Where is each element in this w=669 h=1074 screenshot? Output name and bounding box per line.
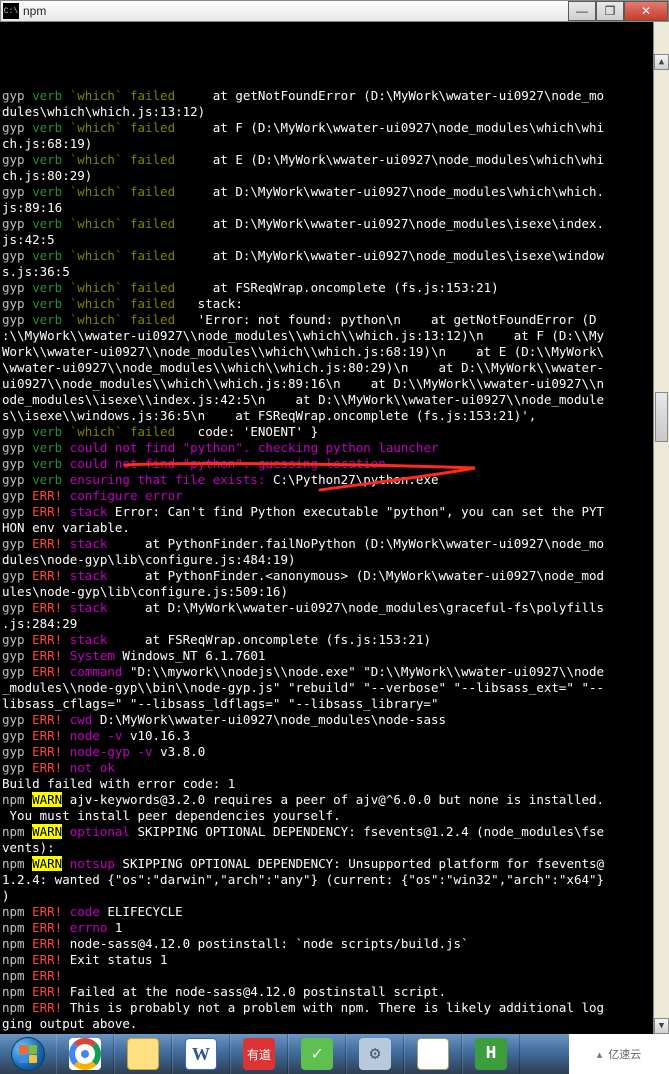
terminal-line: ui0927\\node_modules\\which\\which.js:89…	[2, 376, 667, 392]
explorer-taskbar-button[interactable]	[114, 1034, 172, 1074]
notepad-icon: ✎	[417, 1038, 449, 1070]
hbuilder-taskbar-button[interactable]: H	[462, 1034, 520, 1074]
terminal-line: npm WARN ajv-keywords@3.2.0 requires a p…	[2, 792, 667, 808]
terminal-line: dules\which\which.js:13:12)	[2, 104, 667, 120]
terminal-line: gyp ERR! configure error	[2, 488, 667, 504]
terminal-line: npm ERR! This is probably not a problem …	[2, 1000, 667, 1016]
terminal-line: You must install peer dependencies yours…	[2, 808, 667, 824]
terminal-line: npm ERR! node-sass@4.12.0 postinstall: `…	[2, 936, 667, 952]
terminal-line: npm ERR! Failed at the node-sass@4.12.0 …	[2, 984, 667, 1000]
terminal-line: ules\node-gyp\lib\configure.js:509:16)	[2, 584, 667, 600]
system-tray[interactable]: ▴ 亿速云	[569, 1034, 669, 1074]
terminal-line: libsass_cflags=" "--libsass_ldflags=" "-…	[2, 696, 667, 712]
terminal-line: gyp ERR! stack at PythonFinder.<anonymou…	[2, 568, 667, 584]
terminal-line: gyp ERR! not ok	[2, 760, 667, 776]
terminal-line: ch.js:68:19)	[2, 136, 667, 152]
scroll-thumb[interactable]	[655, 392, 668, 442]
terminal-line: npm ERR!	[2, 968, 667, 984]
terminal-line: .js:284:29	[2, 616, 667, 632]
terminal-line: gyp ERR! command "D:\\mywork\\nodejs\\no…	[2, 664, 667, 680]
terminal-line: gyp verb `which` failed code: 'ENOENT' }	[2, 424, 667, 440]
terminal-line: s\\isexe\\windows.js:36:5\n at FSReqWrap…	[2, 408, 667, 424]
chrome-icon	[69, 1038, 101, 1070]
chrome-taskbar-button[interactable]	[56, 1034, 114, 1074]
terminal-line: Work\\wwater-ui0927\\node_modules\\which…	[2, 344, 667, 360]
terminal-line: js:42:5	[2, 232, 667, 248]
settings-taskbar-button[interactable]: ⚙	[346, 1034, 404, 1074]
terminal-line: gyp ERR! stack at PythonFinder.failNoPyt…	[2, 536, 667, 552]
terminal-line: vents):	[2, 840, 667, 856]
terminal-line: gyp verb `which` failed at D:\MyWork\wwa…	[2, 248, 667, 264]
maximize-button[interactable]: ❐	[596, 1, 624, 21]
terminal-line: gyp verb `which` failed at getNotFoundEr…	[2, 88, 667, 104]
terminal-line: gyp verb could not find "python". checki…	[2, 440, 667, 456]
terminal-line: gyp verb could not find "python". guessi…	[2, 456, 667, 472]
terminal-line: 1.2.4: wanted {"os":"darwin","arch":"any…	[2, 872, 667, 888]
terminal-line: ch.js:80:29)	[2, 168, 667, 184]
terminal-line: gyp ERR! node-gyp -v v3.8.0	[2, 744, 667, 760]
terminal-line: s.js:36:5	[2, 264, 667, 280]
hbuilder-icon: H	[475, 1038, 507, 1070]
terminal-line: _modules\\node-gyp\\bin\\node-gyp.js" "r…	[2, 680, 667, 696]
terminal-line: Build failed with error code: 1	[2, 776, 667, 792]
terminal-line: )	[2, 888, 667, 904]
terminal-line: gyp verb `which` failed at F (D:\MyWork\…	[2, 120, 667, 136]
terminal-line: gyp ERR! System Windows_NT 6.1.7601	[2, 648, 667, 664]
youdao-taskbar-button[interactable]: 有道	[230, 1034, 288, 1074]
terminal-line: npm ERR! code ELIFECYCLE	[2, 904, 667, 920]
window-titlebar: C:\ npm — ❐ ✕	[0, 0, 669, 22]
cmd-icon: C:\	[3, 3, 19, 19]
terminal-line: gyp verb ensuring that file exists: C:\P…	[2, 472, 667, 488]
tray-brand-label: 亿速云	[608, 1046, 641, 1062]
terminal-line: gyp verb `which` failed 'Error: not foun…	[2, 312, 667, 328]
explorer-icon	[127, 1038, 159, 1070]
terminal-line: npm ERR! errno 1	[2, 920, 667, 936]
terminal-line: npm WARN optional SKIPPING OPTIONAL DEPE…	[2, 824, 667, 840]
terminal-line: gyp verb `which` failed at D:\MyWork\wwa…	[2, 216, 667, 232]
terminal-line: gyp verb `which` failed stack:	[2, 296, 667, 312]
terminal-line: dules\node-gyp\lib\configure.js:484:19)	[2, 552, 667, 568]
wechat-taskbar-button[interactable]: ✓	[288, 1034, 346, 1074]
terminal-line: ode_modules\\isexe\\index.js:42:5\n at D…	[2, 392, 667, 408]
word-icon: W	[185, 1038, 217, 1070]
scroll-down-icon[interactable]: ▼	[654, 1018, 669, 1034]
terminal-line: gyp ERR! stack at FSReqWrap.oncomplete (…	[2, 632, 667, 648]
notepad-taskbar-button[interactable]: ✎	[404, 1034, 462, 1074]
settings-icon: ⚙	[359, 1038, 391, 1070]
minimize-button[interactable]: —	[568, 1, 596, 21]
terminal-line: gyp verb `which` failed at E (D:\MyWork\…	[2, 152, 667, 168]
terminal-line: npm WARN notsup SKIPPING OPTIONAL DEPEND…	[2, 856, 667, 872]
close-button[interactable]: ✕	[624, 1, 668, 21]
terminal-line: \wwater-ui0927\\node_modules\\which\\whi…	[2, 360, 667, 376]
terminal-line: gyp verb `which` failed at D:\MyWork\wwa…	[2, 184, 667, 200]
terminal-line: gyp ERR! stack at D:\MyWork\wwater-ui092…	[2, 600, 667, 616]
scroll-up-icon[interactable]: ▲	[654, 54, 669, 70]
terminal-line: js:89:16	[2, 200, 667, 216]
word-taskbar-button[interactable]: W	[172, 1034, 230, 1074]
wechat-icon: ✓	[301, 1038, 333, 1070]
terminal-line: HON env variable.	[2, 520, 667, 536]
tray-up-icon[interactable]: ▴	[597, 1048, 603, 1061]
youdao-icon: 有道	[243, 1038, 275, 1070]
start-button[interactable]	[0, 1034, 56, 1074]
terminal-line: :\\MyWork\\wwater-ui0927\\node_modules\\…	[2, 328, 667, 344]
scrollbar[interactable]: ▲ ▼	[653, 22, 669, 1034]
terminal-line: gyp verb `which` failed at FSReqWrap.onc…	[2, 280, 667, 296]
terminal-line: gyp ERR! stack Error: Can't find Python …	[2, 504, 667, 520]
window-title: npm	[23, 4, 46, 18]
windows-orb-icon	[11, 1037, 45, 1071]
terminal-line: gyp ERR! node -v v10.16.3	[2, 728, 667, 744]
terminal-output[interactable]: ▲ ▼ gyp verb `which` failed at getNotFou…	[0, 22, 669, 1034]
taskbar: W 有道 ✓ ⚙ ✎ H ▴ 亿速云	[0, 1034, 669, 1074]
terminal-line: gyp ERR! cwd D:\MyWork\wwater-ui0927\nod…	[2, 712, 667, 728]
terminal-line: ging output above.	[2, 1016, 667, 1032]
terminal-line: npm ERR! Exit status 1	[2, 952, 667, 968]
